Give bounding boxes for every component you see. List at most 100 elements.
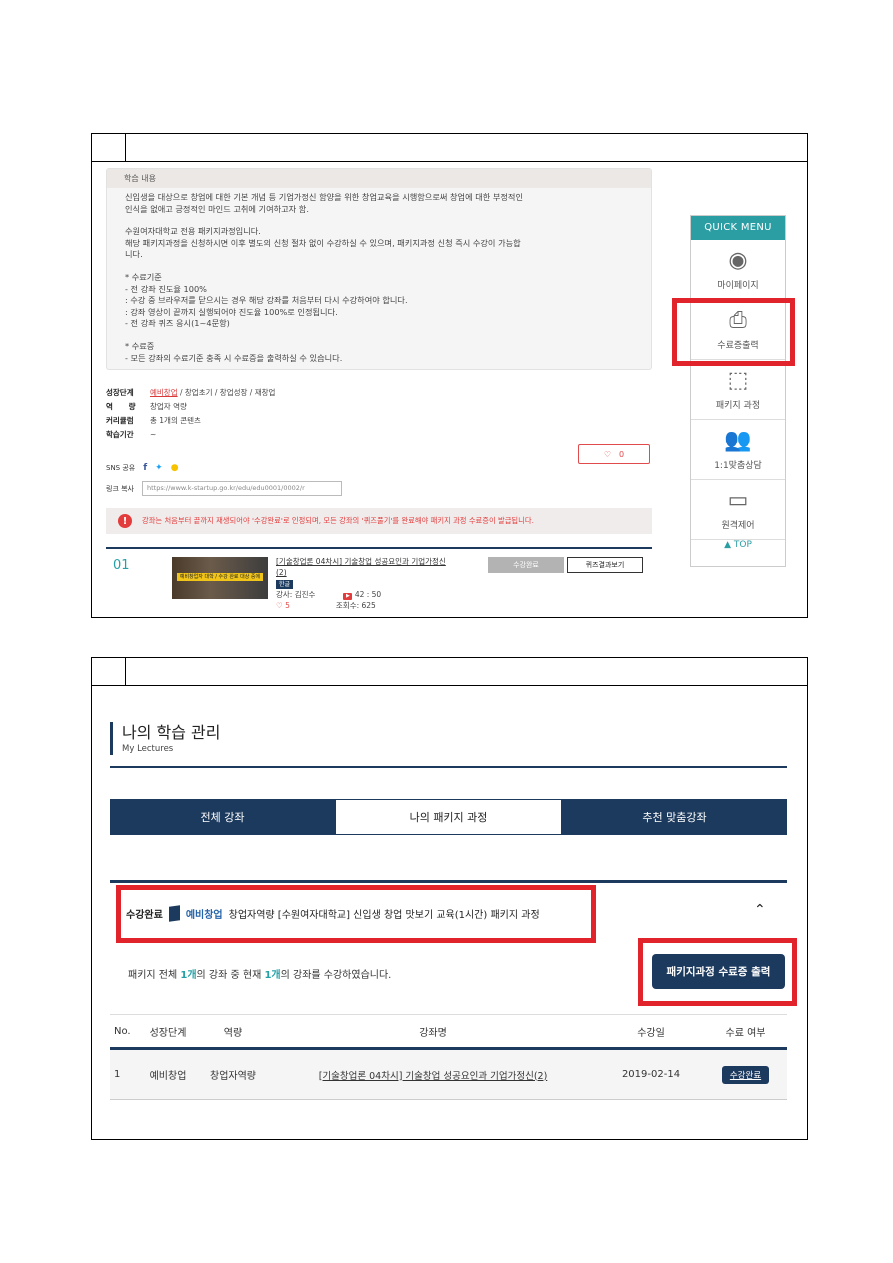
quick-menu-title: QUICK MENU [691, 216, 785, 240]
course-number: 01 [113, 558, 130, 573]
row-date: 2019-02-14 [621, 1069, 681, 1080]
learning-content-box: 학습 내용 신입생을 대상으로 창업에 대한 기본 개념 등 기업가정신 함양을… [106, 168, 652, 370]
table-header: No. 성장단계 역량 강좌명 수강일 수료 여부 [110, 1014, 787, 1050]
box-icon: ⬚ [727, 368, 749, 393]
facebook-icon[interactable]: f [143, 463, 147, 473]
curriculum-value: 총 1개의 콘텐츠 [150, 416, 201, 425]
sns-label: SNS 공유 [106, 464, 136, 472]
completed-button[interactable]: 수강완료 [488, 557, 564, 573]
quick-package-label: 패키지 과정 [715, 401, 761, 411]
screenshot-panel-1: 학습 내용 신입생을 대상으로 창업에 대한 기본 개념 등 기업가정신 함양을… [91, 133, 808, 618]
course-thumbnail[interactable]: 예비창업자 대학 / 수강 완료 대상 중에 [172, 557, 268, 599]
tab-recommended[interactable]: 추천 맞춤강좌 [562, 799, 787, 835]
course-info: [기술창업론 04차시] 기술창업 성공요인과 기업가정신(2) 한글 강사: … [276, 556, 454, 611]
header-date: 수강일 [637, 1027, 665, 1039]
stage-label: 성장단계 [106, 388, 134, 397]
progress-post: 의 강좌를 수강하였습니다. [280, 970, 392, 981]
header-title: 강좌명 [419, 1027, 447, 1039]
quick-remote-label: 원격제어 [721, 521, 755, 531]
quick-mypage-label: 마이페이지 [717, 281, 759, 291]
user-icon: ◉ [728, 248, 748, 273]
header-done: 수료 여부 [725, 1027, 766, 1039]
learning-heading: 학습 내용 [107, 169, 651, 188]
period-value: ~ [150, 430, 157, 439]
row-capability: 창업자역량 [210, 1071, 256, 1082]
completion-alert: ! 강좌는 처음부터 끝까지 재생되어야 '수강완료'로 인정되며, 모든 강좌… [106, 508, 652, 534]
learning-body: 신입생을 대상으로 창업에 대한 기본 개념 등 기업가정신 함양을 위한 창업… [107, 188, 651, 364]
highlight-box-certificate [672, 298, 795, 366]
header-stage: 성장단계 [149, 1027, 187, 1039]
link-copy: 링크 복사 https://www.k-startup.go.kr/edu/ed… [106, 481, 342, 496]
language-badge: 한글 [276, 580, 294, 589]
section-title: 나의 학습 관리 My Lectures [110, 722, 221, 755]
chevron-up-icon[interactable]: ⌃ [754, 902, 766, 918]
like-button[interactable]: ♡ 0 [578, 444, 650, 464]
stage-rest: / 창업초기 / 창업성장 / 재창업 [177, 388, 276, 397]
header-capability: 역량 [223, 1027, 243, 1039]
thumbnail-caption: 예비창업자 대학 / 수강 완료 대상 중에 [177, 573, 263, 581]
progress-mid: 의 강좌 중 현재 [196, 970, 265, 981]
alert-text: 강좌는 처음부터 끝까지 재생되어야 '수강완료'로 인정되며, 모든 강좌의 … [142, 516, 534, 525]
remote-icon: ▭ [727, 488, 749, 513]
course-meta: 성장단계 예비창업 / 창업초기 / 창업성장 / 재창업 역 량 창업자 역량… [106, 386, 275, 442]
play-icon: ▶ [343, 593, 353, 600]
duration: 42 : 50 [354, 590, 382, 599]
learning-paragraph: 수원여자대학교 전용 패키지과정입니다. 해당 패키지과정을 신청하시면 이후 … [125, 226, 521, 260]
highlight-box-package [116, 885, 596, 943]
screenshot-panel-2: 나의 학습 관리 My Lectures 전체 강좌 나의 패키지 과정 추천 … [91, 657, 808, 1140]
curriculum-label: 커리큘럼 [106, 416, 134, 425]
row-stage: 예비창업 [149, 1071, 187, 1082]
quiz-result-button[interactable]: 퀴즈결과보기 [567, 557, 643, 573]
stage-active-link[interactable]: 예비창업 [150, 388, 178, 397]
quick-mypage[interactable]: ◉ 마이페이지 [691, 240, 785, 300]
quick-package[interactable]: ⬚ 패키지 과정 [691, 360, 785, 420]
heart-icon: ♡ [603, 449, 612, 459]
page-subtitle: My Lectures [122, 744, 174, 754]
learning-paragraph: * 수료증 - 모든 강좌의 수료기준 충족 시 수료증을 출력하실 수 있습니… [125, 340, 343, 363]
quick-consult[interactable]: 👥 1:1맞춤상담 [691, 420, 785, 480]
capability-label: 역 량 [106, 402, 136, 411]
progress-text: 패키지 전체 1개의 강좌 중 현재 1개의 강좌를 수강하였습니다. [128, 966, 391, 981]
alert-icon: ! [118, 514, 132, 528]
course-views: 조회수: 625 [335, 601, 376, 610]
instructor: 강사: 김진수 [276, 590, 316, 599]
panel-header [92, 134, 807, 162]
progress-total: 1개 [180, 970, 197, 981]
period-label: 학습기간 [106, 430, 134, 439]
course-row: 01 예비창업자 대학 / 수강 완료 대상 중에 [기술창업론 04차시] 기… [106, 547, 652, 611]
panel-number-cell [92, 134, 126, 162]
course-title-link[interactable]: [기술창업론 04차시] 기술창업 성공요인과 기업가정신(2) [276, 556, 454, 578]
highlight-box-print [638, 938, 797, 1006]
table-row: 1 예비창업 창업자역량 [기술창업론 04차시] 기술창업 성공요인과 기업가… [110, 1050, 787, 1100]
header-no: No. [114, 1025, 131, 1037]
chat-users-icon: 👥 [724, 428, 752, 453]
lecture-tabs: 전체 강좌 나의 패키지 과정 추천 맞춤강좌 [110, 799, 787, 835]
page-title: 나의 학습 관리 [122, 723, 221, 742]
row-title-link[interactable]: [기술창업론 04차시] 기술창업 성공요인과 기업가정신(2) [268, 1068, 598, 1082]
link-label: 링크 복사 [106, 484, 134, 493]
like-count: 0 [619, 449, 625, 459]
course-likes: ♡ 5 [276, 601, 290, 610]
tab-my-packages[interactable]: 나의 패키지 과정 [335, 799, 562, 835]
sns-share: SNS 공유 f ✦ ● [106, 463, 179, 473]
tab-all-courses[interactable]: 전체 강좌 [110, 799, 335, 835]
quick-consult-label: 1:1맞춤상담 [714, 461, 762, 471]
package-divider [110, 880, 787, 883]
quick-menu: QUICK MENU ◉ 마이페이지 ⎙ 수료증출력 ⬚ 패키지 과정 👥 1:… [690, 215, 786, 567]
completed-badge[interactable]: 수강완료 [721, 1065, 770, 1084]
twitter-icon[interactable]: ✦ [155, 463, 163, 473]
link-url-field[interactable]: https://www.k-startup.go.kr/edu/edu0001/… [142, 481, 342, 496]
panel-header [92, 658, 807, 686]
panel-number-cell [92, 658, 126, 686]
kakaostory-icon[interactable]: ● [171, 463, 179, 473]
learning-paragraph: * 수료기준 - 전 강좌 진도율 100% : 수강 중 브라우저를 닫으시는… [125, 271, 408, 329]
top-button[interactable]: ▲ TOP [691, 540, 785, 550]
quick-remote[interactable]: ▭ 원격제어 [691, 480, 785, 540]
capability-value: 창업자 역량 [150, 402, 187, 411]
progress-pre: 패키지 전체 [128, 970, 181, 981]
course-table: No. 성장단계 역량 강좌명 수강일 수료 여부 1 예비창업 창업자역량 [… [110, 1014, 787, 1100]
learning-paragraph: 신입생을 대상으로 창업에 대한 기본 개념 등 기업가정신 함양을 위한 창업… [125, 192, 523, 214]
progress-done: 1개 [264, 970, 281, 981]
title-divider [110, 766, 787, 768]
row-no: 1 [114, 1069, 121, 1080]
